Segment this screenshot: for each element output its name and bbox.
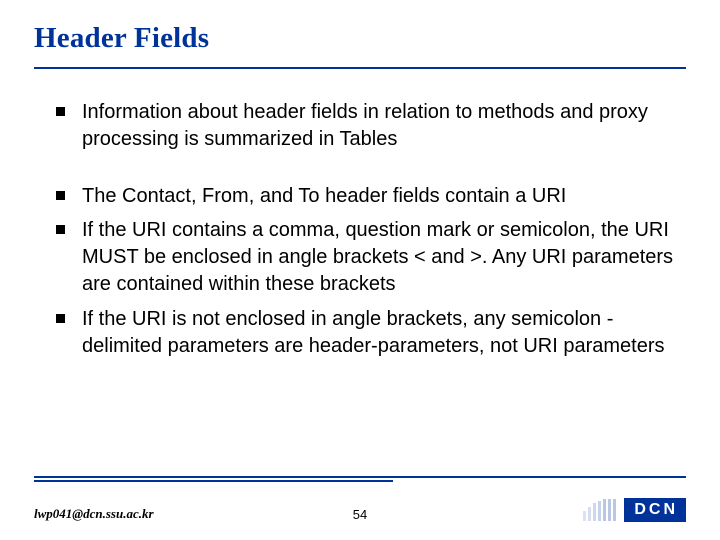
- dcn-badge: DCN: [624, 498, 686, 522]
- title-underline: [34, 67, 686, 69]
- logo-bars-icon: [583, 499, 616, 521]
- bullet-list: The Contact, From, and To header fields …: [34, 183, 686, 360]
- footer-rule-bottom: [34, 480, 393, 482]
- footer-rule-top: [34, 476, 686, 478]
- slide-footer: lwp041@dcn.ssu.ac.kr 54 DCN: [0, 482, 720, 522]
- bullet-item: Information about header fields in relat…: [56, 99, 680, 153]
- bullet-item: The Contact, From, and To header fields …: [56, 183, 680, 210]
- slide: Header Fields Information about header f…: [0, 0, 720, 540]
- bullet-item: If the URI is not enclosed in angle brac…: [56, 306, 680, 360]
- group-spacer: [34, 161, 686, 183]
- slide-title: Header Fields: [34, 22, 686, 55]
- footer-logo-block: DCN: [583, 498, 686, 522]
- bullet-item: If the URI contains a comma, question ma…: [56, 217, 680, 297]
- footer-rules: [34, 476, 686, 482]
- bullet-list: Information about header fields in relat…: [34, 99, 686, 153]
